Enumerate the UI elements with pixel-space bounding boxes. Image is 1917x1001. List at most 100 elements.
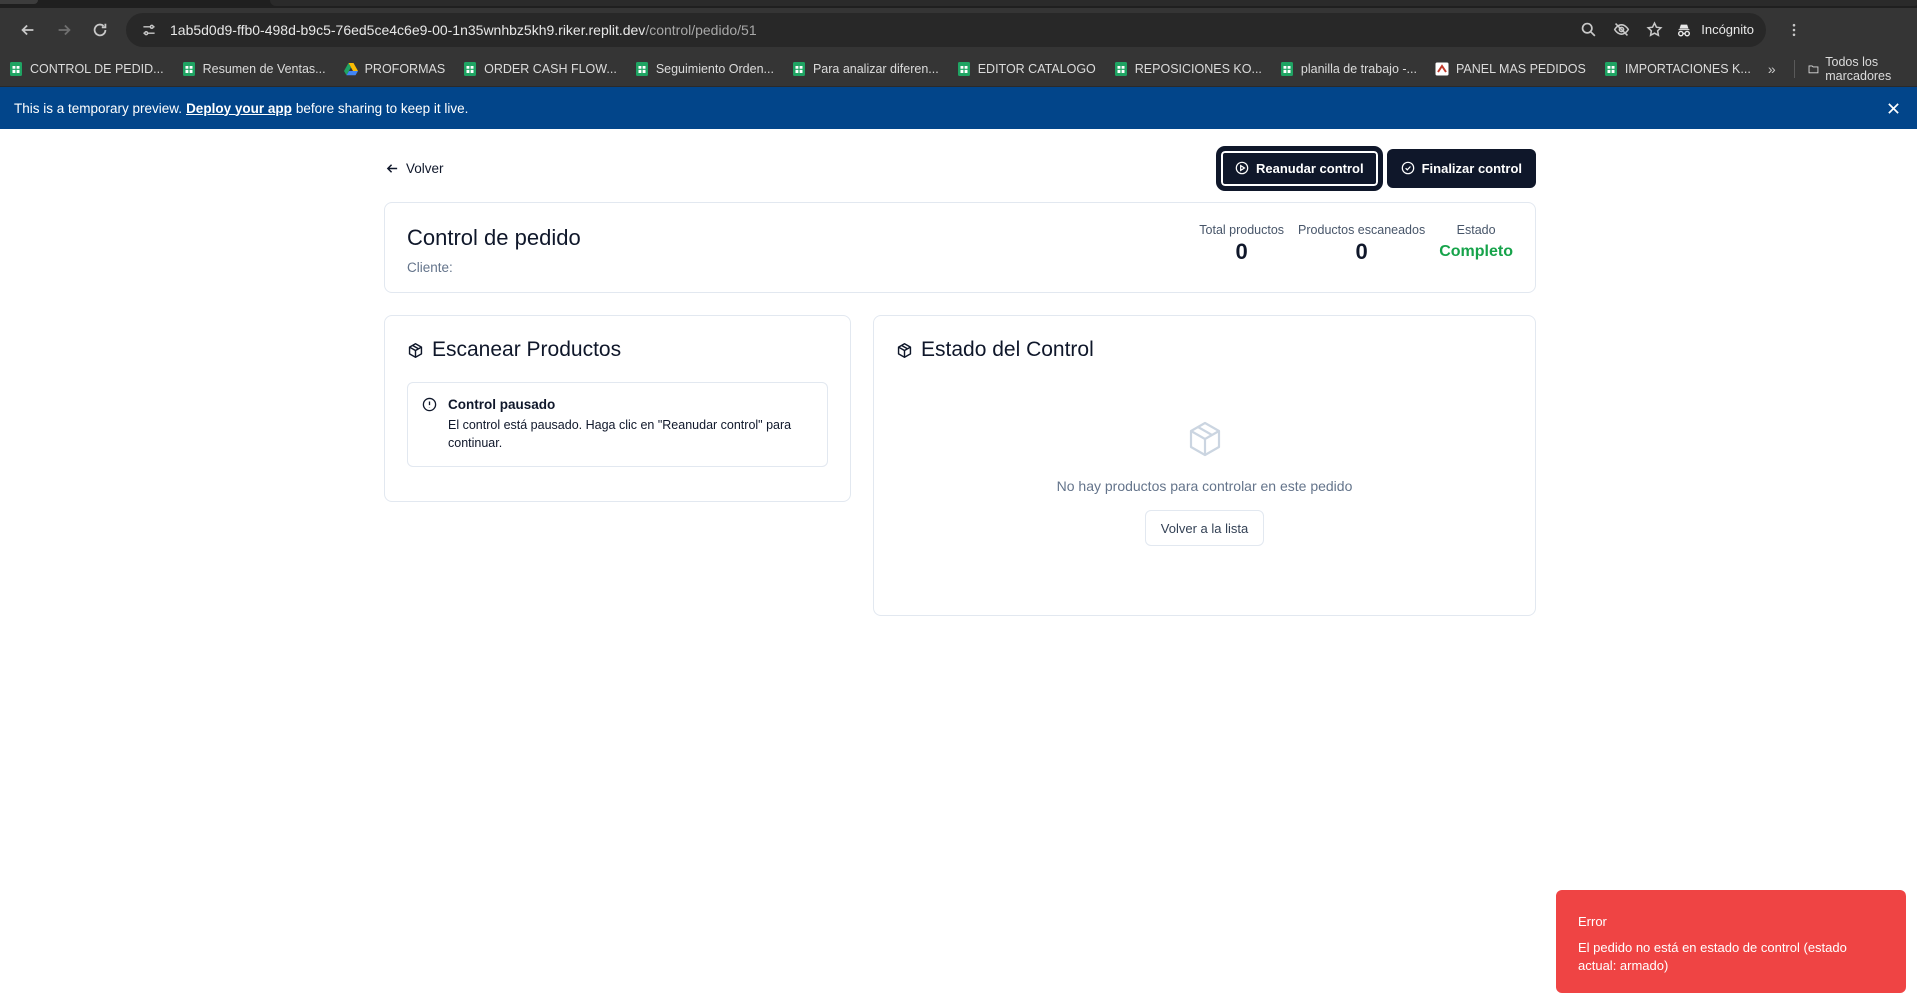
sheets-icon bbox=[182, 61, 195, 76]
sheets-icon bbox=[10, 61, 22, 76]
bookmark-item[interactable]: PANEL MAS PEDIDOS bbox=[1434, 61, 1586, 77]
bookmark-label: EDITOR CATALOGO bbox=[977, 61, 1096, 76]
star-icon[interactable] bbox=[1646, 21, 1663, 38]
url-text: 1ab5d0d9-ffb0-498d-b9c5-76ed5ce4c6e9-00-… bbox=[170, 22, 757, 38]
back-nav-button[interactable] bbox=[10, 12, 46, 48]
back-label: Volver bbox=[406, 160, 444, 176]
banner-text-suffix: before sharing to keep it live. bbox=[295, 100, 469, 116]
zoom-icon[interactable] bbox=[1580, 21, 1597, 38]
bookmark-label: PANEL MAS PEDIDOS bbox=[1455, 61, 1586, 76]
more-vertical-icon bbox=[1792, 23, 1796, 36]
sheets-icon bbox=[1114, 61, 1127, 76]
control-page: Volver Reanudar control Finalizar contro… bbox=[384, 148, 1536, 616]
bookmark-label: PROFORMAS bbox=[364, 61, 446, 76]
status-card-title: Estado del Control bbox=[921, 338, 1094, 361]
bookmark-item[interactable]: Seguimiento Orden... bbox=[634, 61, 774, 77]
sheets-icon bbox=[635, 61, 648, 76]
sheets-icon bbox=[1280, 61, 1293, 76]
info-icon bbox=[422, 397, 437, 412]
browser-menu-button[interactable] bbox=[1780, 22, 1808, 38]
stat-value: 0 bbox=[1355, 239, 1368, 264]
divider bbox=[1793, 59, 1795, 78]
drive-icon bbox=[343, 62, 358, 75]
bookmark-item[interactable]: REPOSICIONES KO... bbox=[1113, 61, 1262, 77]
bookmark-item[interactable]: ORDER CASH FLOW... bbox=[462, 61, 617, 77]
order-summary-card: Control de pedido Cliente: Total product… bbox=[384, 202, 1536, 293]
back-link[interactable]: Volver bbox=[384, 161, 444, 176]
incognito-indicator[interactable]: Incógnito bbox=[1675, 21, 1754, 39]
bookmark-label: IMPORTACIONES K... bbox=[1624, 61, 1751, 76]
sheets-icon bbox=[792, 61, 805, 76]
sheets-icon bbox=[957, 61, 970, 76]
bookmark-label: CONTROL DE PEDID... bbox=[30, 61, 164, 76]
stat-label: Total productos bbox=[1199, 223, 1285, 237]
bookmark-item[interactable]: PROFORMAS bbox=[343, 61, 446, 77]
bookmark-label: REPOSICIONES KO... bbox=[1134, 61, 1262, 76]
resume-label: Reanudar control bbox=[1255, 160, 1364, 176]
incognito-label: Incógnito bbox=[1701, 22, 1754, 37]
arrow-left-icon bbox=[21, 24, 34, 35]
browser-toolbar: 1ab5d0d9-ffb0-498d-b9c5-76ed5ce4c6e9-00-… bbox=[0, 8, 1917, 51]
error-toast[interactable]: Error El pedido no está en estado de con… bbox=[1556, 890, 1906, 993]
toast-message: El pedido no está en estado de control (… bbox=[1578, 940, 1847, 973]
bookmark-label: ORDER CASH FLOW... bbox=[484, 61, 617, 76]
bookmarks-right: » Todos los marcadores bbox=[1768, 55, 1909, 83]
card-title: Estado del Control bbox=[896, 338, 1513, 362]
tab-edge bbox=[0, 0, 38, 4]
all-bookmarks-button[interactable]: Todos los marcadores bbox=[1808, 55, 1909, 83]
forward-nav-button[interactable] bbox=[46, 12, 82, 48]
bookmark-label: planilla de trabajo -... bbox=[1300, 61, 1417, 76]
package-icon bbox=[1189, 421, 1220, 457]
bookmark-label: Resumen de Ventas... bbox=[202, 61, 326, 76]
package-icon bbox=[408, 342, 423, 358]
card-title: Escanear Productos bbox=[407, 338, 828, 362]
finish-control-button[interactable]: Finalizar control bbox=[1386, 148, 1536, 188]
bookmark-item[interactable]: Para analizar diferen... bbox=[791, 61, 939, 77]
stat-label: Productos escaneados bbox=[1298, 223, 1426, 237]
content-columns: Escanear Productos Control pausado El co… bbox=[384, 315, 1536, 616]
back-to-list-button[interactable]: Volver a la lista bbox=[1144, 510, 1265, 546]
play-circle-icon bbox=[1235, 161, 1249, 175]
site-settings-icon[interactable] bbox=[138, 19, 160, 41]
eye-off-icon[interactable] bbox=[1613, 21, 1630, 38]
bookmark-item[interactable]: IMPORTACIONES K... bbox=[1603, 61, 1751, 77]
deploy-link[interactable]: Deploy your app bbox=[186, 101, 292, 116]
folder-icon bbox=[1808, 64, 1819, 73]
empty-state: No hay productos para controlar en este … bbox=[896, 420, 1513, 546]
reload-button[interactable] bbox=[82, 12, 118, 48]
stat-label: Estado bbox=[1456, 223, 1496, 237]
package-icon bbox=[897, 342, 912, 358]
bookmark-item[interactable]: planilla de trabajo -... bbox=[1279, 61, 1417, 77]
scan-products-card: Escanear Productos Control pausado El co… bbox=[384, 315, 851, 502]
stat-scanned-products: Productos escaneados 0 bbox=[1298, 223, 1425, 265]
bookmark-item[interactable]: CONTROL DE PEDID... bbox=[8, 61, 164, 77]
finish-label: Finalizar control bbox=[1421, 160, 1522, 176]
bookmark-label: Para analizar diferen... bbox=[812, 61, 939, 76]
more-bookmarks-button[interactable]: » bbox=[1768, 61, 1776, 77]
all-bookmarks-label: Todos los marcadores bbox=[1825, 54, 1892, 83]
banner-text: This is a temporary preview. bbox=[14, 100, 183, 116]
url-host: 1ab5d0d9-ffb0-498d-b9c5-76ed5ce4c6e9-00-… bbox=[170, 21, 646, 38]
alert-description: El control está pausado. Haga clic en "R… bbox=[448, 418, 792, 450]
stat-value: 0 bbox=[1235, 239, 1248, 264]
address-bar-actions bbox=[1580, 21, 1663, 38]
browser-tab-strip bbox=[0, 0, 1917, 8]
alert-title: Control pausado bbox=[448, 397, 556, 412]
bookmarks-bar: CONTROL DE PEDID... Resumen de Ventas... P… bbox=[0, 51, 1917, 87]
client-label: Cliente: bbox=[407, 260, 453, 275]
stat-status: Estado Completo bbox=[1439, 223, 1513, 265]
banner-close-button[interactable] bbox=[1883, 98, 1903, 118]
page-actions: Reanudar control Finalizar control bbox=[1218, 148, 1536, 188]
address-bar[interactable]: 1ab5d0d9-ffb0-498d-b9c5-76ed5ce4c6e9-00-… bbox=[126, 12, 1766, 47]
arrow-right-icon bbox=[58, 24, 71, 35]
app-icon bbox=[1435, 62, 1449, 75]
status-badge: Completo bbox=[1439, 243, 1513, 260]
sheets-icon bbox=[464, 61, 477, 76]
bookmark-item[interactable]: Resumen de Ventas... bbox=[181, 61, 326, 77]
page-toolbar: Volver Reanudar control Finalizar contro… bbox=[384, 148, 1536, 188]
control-status-card: Estado del Control No hay productos para… bbox=[873, 315, 1536, 616]
bookmark-item[interactable]: EDITOR CATALOGO bbox=[956, 61, 1096, 77]
page-title: Control de pedido bbox=[407, 225, 581, 250]
resume-control-button[interactable]: Reanudar control bbox=[1218, 148, 1380, 188]
bookmark-label: Seguimiento Orden... bbox=[655, 61, 774, 76]
